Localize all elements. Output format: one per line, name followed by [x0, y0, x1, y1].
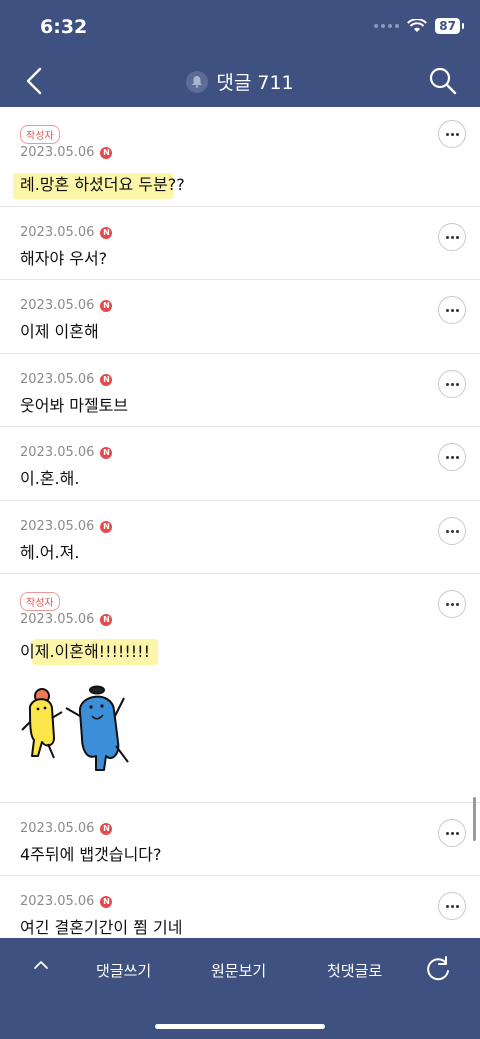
comment-meta: 2023.05.06 N [20, 445, 113, 460]
more-options-button[interactable] [438, 370, 466, 398]
comment-date: 2023.05.06 [20, 519, 95, 534]
comment-text: 여긴 결혼기간이 쬠 기네 [20, 918, 183, 937]
comment-meta: 2023.05.06 N [20, 145, 113, 160]
comment-list[interactable]: 작성자 2023.05.06 N 례.망혼 하셨더요 두분?? 2023.05.… [0, 107, 480, 939]
naver-n-icon: N [100, 373, 113, 386]
more-options-button[interactable] [438, 120, 466, 148]
signal-icon [374, 24, 400, 28]
comment-item: 작성자 2023.05.06 N 례.망혼 하셨더요 두분?? [0, 107, 480, 207]
more-options-button[interactable] [438, 517, 466, 545]
naver-n-icon: N [100, 613, 113, 626]
comment-date: 2023.05.06 [20, 372, 95, 387]
comment-date: 2023.05.06 [20, 298, 95, 313]
dancing-characters-sticker [21, 685, 129, 771]
comment-item: 2023.05.06 N 헤.어.져. [0, 501, 480, 574]
more-options-button[interactable] [438, 296, 466, 324]
comment-date: 2023.05.06 [20, 821, 95, 836]
comment-date: 2023.05.06 [20, 445, 95, 460]
comment-item: 2023.05.06 N 이.혼.해. [0, 427, 480, 501]
comment-text: 례.망혼 하셨더요 두분?? [20, 175, 185, 194]
status-icons: 87 [374, 18, 464, 34]
naver-n-icon: N [100, 299, 113, 312]
home-indicator[interactable] [155, 1024, 325, 1029]
more-options-button[interactable] [438, 819, 466, 847]
comment-item: 2023.05.06 N 해자야 우서? [0, 207, 480, 280]
write-comment-button[interactable]: 댓글쓰기 [96, 960, 151, 981]
view-original-button[interactable]: 원문보기 [211, 960, 266, 981]
author-badge: 작성자 [20, 592, 60, 611]
bell-icon[interactable] [186, 70, 209, 93]
naver-n-icon: N [100, 895, 113, 908]
comment-date: 2023.05.06 [20, 612, 95, 627]
comment-item: 2023.05.06 N 4주뒤에 뱁갯습니다? [0, 803, 480, 876]
comment-date: 2023.05.06 [20, 894, 95, 909]
battery-icon: 87 [435, 18, 464, 34]
comment-text: 해자야 우서? [20, 249, 108, 268]
comment-date: 2023.05.06 [20, 145, 95, 160]
comment-text: 이.혼.해. [20, 469, 80, 488]
author-badge: 작성자 [20, 125, 60, 144]
top-bar: 6:32 87 댓글 711 [0, 0, 480, 107]
comment-text: 웃어봐 마젤토브 [20, 396, 129, 415]
comment-date: 2023.05.06 [20, 225, 95, 240]
comment-text: 4주뒤에 뱁갯습니다? [20, 845, 162, 864]
comment-meta: 2023.05.06 N [20, 894, 113, 909]
comment-text: 이제 이혼해 [20, 322, 99, 341]
more-options-button[interactable] [438, 443, 466, 471]
comment-meta: 2023.05.06 N [20, 519, 113, 534]
comment-item: 2023.05.06 N 이제 이혼해 [0, 280, 480, 354]
comment-item: 2023.05.06 N 여긴 결혼기간이 쬠 기네 [0, 876, 480, 939]
naver-n-icon: N [100, 520, 113, 533]
naver-n-icon: N [100, 822, 113, 835]
scrollbar[interactable] [473, 797, 476, 841]
page-title: 댓글 711 [216, 72, 294, 94]
comment-meta: 2023.05.06 N [20, 821, 113, 836]
scroll-top-chevron-icon[interactable] [32, 956, 50, 974]
search-icon[interactable] [428, 66, 458, 96]
comment-item: 작성자 2023.05.06 N 이제.이혼해!!!!!!!! [0, 574, 480, 803]
first-comment-button[interactable]: 첫댓글로 [327, 960, 382, 981]
comment-meta: 2023.05.06 N [20, 612, 113, 627]
comment-meta: 2023.05.06 N [20, 372, 113, 387]
refresh-icon[interactable] [424, 955, 452, 983]
more-options-button[interactable] [438, 223, 466, 251]
comment-item: 2023.05.06 N 웃어봐 마젤토브 [0, 354, 480, 427]
naver-n-icon: N [100, 446, 113, 459]
header-title-group: 댓글 711 [0, 68, 480, 95]
comment-meta: 2023.05.06 N [20, 225, 113, 240]
more-options-button[interactable] [438, 892, 466, 920]
naver-n-icon: N [100, 146, 113, 159]
more-options-button[interactable] [438, 590, 466, 618]
comment-meta: 2023.05.06 N [20, 298, 113, 313]
comment-text: 헤.어.져. [20, 543, 80, 562]
wifi-icon [407, 19, 428, 32]
naver-n-icon: N [100, 226, 113, 239]
status-time: 6:32 [40, 16, 88, 38]
comment-text: 이제.이혼해!!!!!!!! [20, 642, 150, 661]
